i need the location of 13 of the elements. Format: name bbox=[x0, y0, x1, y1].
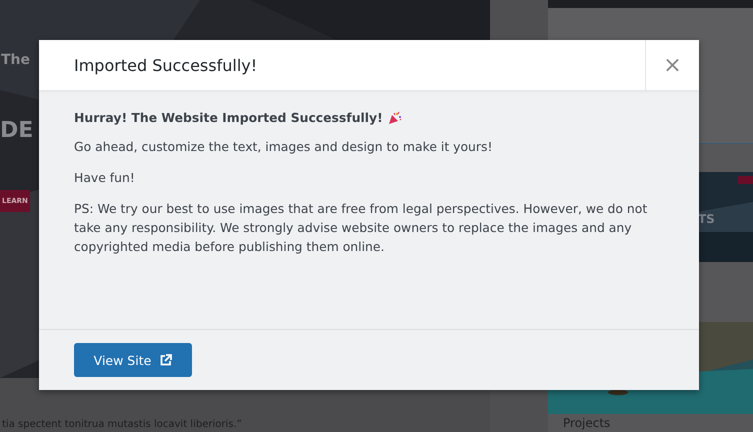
hero-title: DE bbox=[0, 118, 34, 143]
message-paragraph: PS: We try our best to use images that are free from legal perspectives. However, we do not take any responsibility. We strongly advise website owners to replace the images and any copyrighted media before publishing them online. bbox=[74, 200, 648, 256]
section-heading: Projects bbox=[563, 416, 612, 430]
thumbnail-caption: TS bbox=[698, 212, 715, 226]
dialog-title: Imported Successfully! bbox=[73, 56, 258, 74]
party-popper-icon bbox=[388, 110, 402, 124]
close-button[interactable]: × bbox=[645, 40, 699, 90]
message-paragraph: Have fun! bbox=[74, 169, 136, 187]
view-site-button[interactable]: View Site bbox=[74, 343, 192, 377]
external-link-icon bbox=[160, 354, 172, 366]
message-paragraph: Go ahead, customize the text, images and design to make it yours! bbox=[74, 138, 494, 156]
hero-heading: The bbox=[1, 52, 30, 68]
success-headline: Hurray! The Website Imported Successfully! bbox=[74, 110, 383, 125]
